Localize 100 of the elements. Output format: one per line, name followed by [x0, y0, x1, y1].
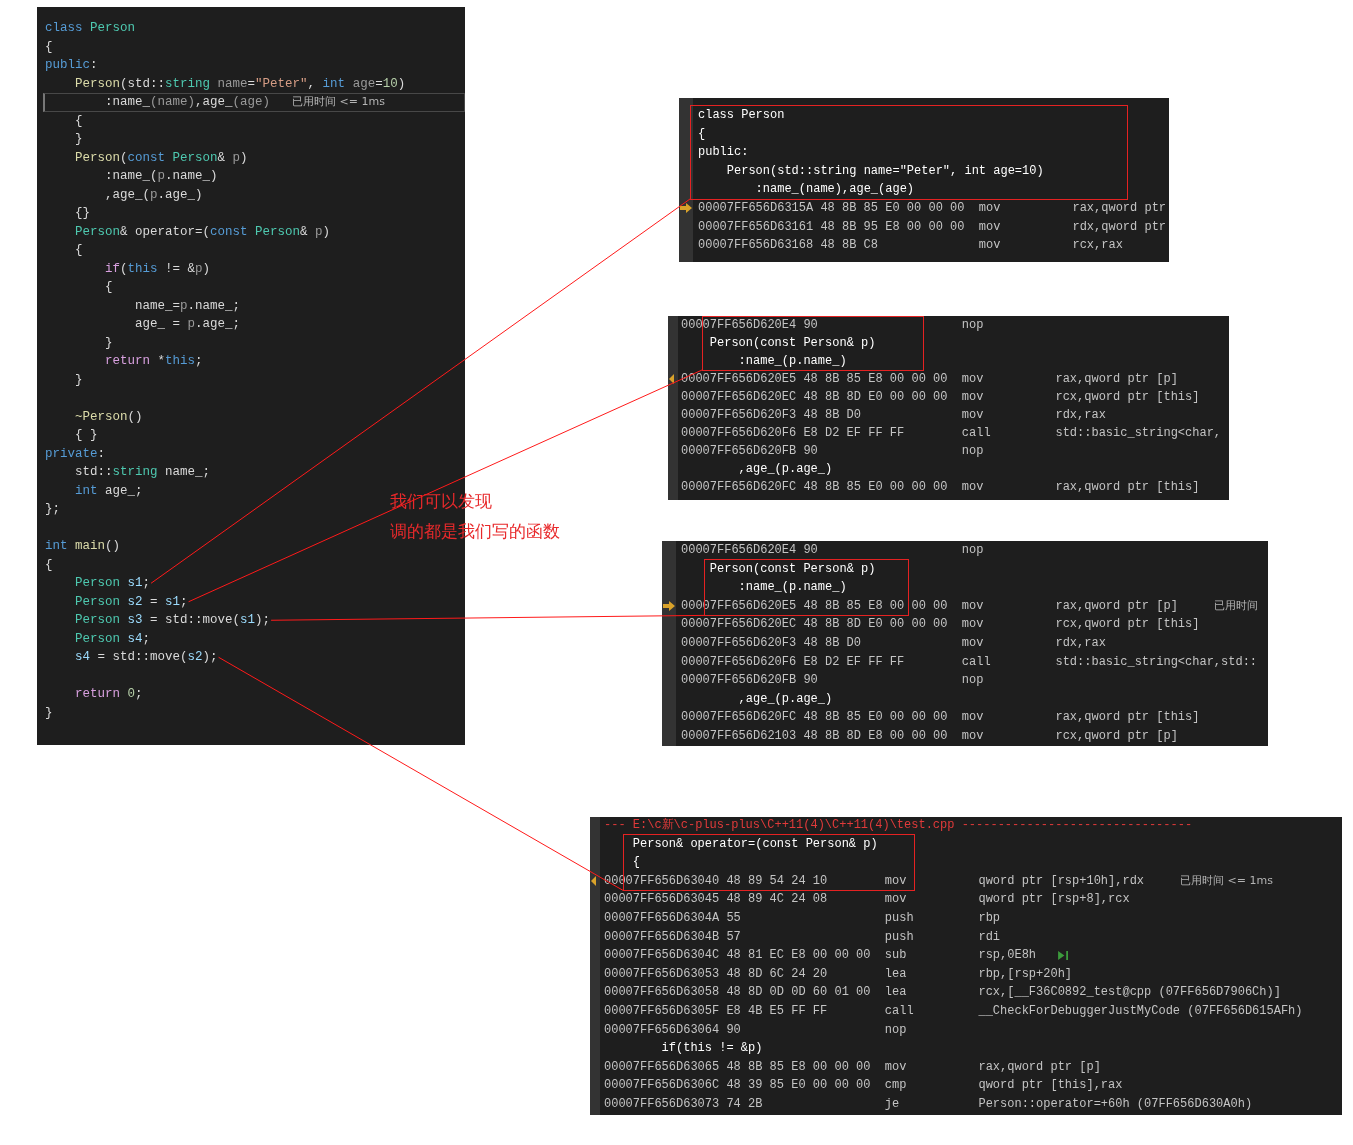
- mnemonic: call: [961, 425, 992, 442]
- mnemonic: mov: [978, 199, 1002, 217]
- code-line: private:: [45, 445, 106, 463]
- operands: rcx,rax: [1072, 237, 1123, 255]
- elapsed-time-hint: 已用时间 <= 1ms: [292, 94, 385, 110]
- mnemonic: mov: [978, 237, 1002, 255]
- operands: std::basic_string<char,: [1055, 425, 1222, 442]
- code-line: std::string name_;: [74, 464, 211, 481]
- code-line: int main(): [45, 538, 121, 555]
- instruction-bytes: 57: [726, 928, 742, 946]
- operands: qword ptr [rsp+10h],rdx: [978, 872, 1145, 890]
- instruction-bytes: 55: [726, 909, 742, 927]
- code-line: s4 = std::move(s2);: [74, 649, 218, 666]
- instruction-bytes: 48 8B 8D E8 00 00 00: [803, 727, 949, 745]
- mnemonic: lea: [884, 984, 908, 1002]
- address-text: 00007FF656D63053: [604, 965, 721, 983]
- source-line: {: [631, 855, 640, 870]
- mnemonic: mov: [961, 407, 985, 424]
- code-line: int age_;: [74, 482, 143, 500]
- mnemonic: nop: [884, 1021, 908, 1039]
- code-line: Person s2 = s1;: [74, 593, 188, 611]
- instruction-bytes: 90: [803, 672, 819, 690]
- operands: rax,qword ptr [p]: [978, 1058, 1101, 1076]
- address-text: 00007FF656D6304C: [604, 947, 721, 965]
- instruction-bytes: 90: [803, 443, 819, 460]
- source-line: if(this != &p): [660, 1041, 763, 1056]
- address-text: 00007FF656D63064: [604, 1021, 721, 1039]
- mnemonic: cmp: [884, 1077, 908, 1095]
- mnemonic: mov: [884, 1058, 908, 1076]
- code-line: name_=p.name_;: [134, 297, 241, 315]
- address-text: 00007FF656D6315A: [698, 199, 815, 217]
- mnemonic: je: [884, 1095, 901, 1113]
- operands: qword ptr [rsp+8],rcx: [978, 891, 1130, 909]
- operands: __CheckForDebuggerJustMyCode (07FF656D615AFh): [978, 1002, 1303, 1020]
- file-path-header: --- E:\c新\c-plus-plus\C++11(4)\C++11(4)\test.cpp --------------------------------: [604, 818, 1193, 832]
- address-text: 00007FF656D63161: [698, 218, 815, 236]
- mnemonic: nop: [961, 542, 985, 559]
- address-text: 00007FF656D63045: [604, 891, 721, 909]
- code-line: if(this != &p): [104, 260, 211, 278]
- run-to-cursor-icon[interactable]: [1058, 950, 1070, 960]
- instruction-bytes: 90: [803, 317, 819, 334]
- mnemonic: mov: [961, 479, 985, 496]
- source-line: :name_(p.name_): [737, 354, 847, 368]
- instruction-bytes: 90: [803, 542, 819, 559]
- instruction-bytes: 48 8D 6C 24 20: [726, 965, 829, 983]
- address-text: 00007FF656D6304B: [604, 928, 721, 946]
- address-text: 00007FF656D620EC: [681, 616, 798, 634]
- address-text: 00007FF656D63168: [698, 237, 815, 255]
- code-line: {}: [74, 205, 90, 222]
- code-line: public:: [45, 57, 98, 74]
- mnemonic: sub: [884, 947, 908, 965]
- mnemonic: nop: [961, 317, 985, 334]
- mnemonic: mov: [961, 389, 985, 406]
- code-line: Person s4;: [74, 630, 151, 648]
- mnemonic: mov: [884, 891, 908, 909]
- source-line: public:: [698, 145, 749, 160]
- operands: rcx,qword ptr [this]: [1055, 389, 1200, 406]
- address-text: 00007FF656D620F6: [681, 653, 798, 671]
- code-line: }: [74, 371, 83, 389]
- operands: rax,qword ptr [this]: [1055, 479, 1200, 496]
- instruction-bytes: 48 8B 85 E8 00 00 00: [803, 597, 949, 615]
- source-line: Person(const Person& p): [708, 561, 876, 576]
- code-line: Person& operator=(const Person& p): [74, 223, 331, 241]
- instruction-bytes: 48 89 4C 24 08: [726, 891, 829, 909]
- operands: rsp,0E8h: [978, 947, 1037, 965]
- instruction-bytes: E8 D2 EF FF FF: [803, 425, 906, 442]
- instruction-bytes: E8 4B E5 FF FF: [726, 1002, 829, 1020]
- mnemonic: call: [884, 1002, 915, 1020]
- source-line: ,age_(p.age_): [737, 462, 833, 476]
- address-text: 00007FF656D63065: [604, 1058, 721, 1076]
- instruction-bytes: 48 8B 8D E0 00 00 00: [803, 616, 949, 634]
- address-text: 00007FF656D6306C: [604, 1077, 721, 1095]
- operands: rcx,qword ptr [p]: [1055, 727, 1178, 745]
- address-text: 00007FF656D620FC: [681, 479, 798, 496]
- mnemonic: call: [961, 653, 992, 671]
- mnemonic: mov: [961, 634, 985, 652]
- source-line: :name_(name),age_(age): [754, 182, 915, 197]
- mnemonic: mov: [961, 709, 985, 727]
- operands: std::basic_string<char,std::: [1055, 653, 1258, 671]
- address-text: 00007FF656D62103: [681, 727, 798, 745]
- source-line: Person(std::string name="Peter", int age=10): [725, 163, 1044, 178]
- source-line: :name_(p.name_): [737, 580, 847, 595]
- operands: rax,qword ptr [this]: [1055, 709, 1200, 727]
- operands: rdx,rax: [1055, 634, 1106, 652]
- address-text: 00007FF656D6304A: [604, 909, 721, 927]
- mnemonic: mov: [978, 218, 1002, 236]
- source-line: {: [698, 126, 706, 141]
- address-text: 00007FF656D620F3: [681, 634, 798, 652]
- instruction-bytes: 48 8B 85 E8 00 00 00: [726, 1058, 872, 1076]
- address-text: 00007FF656D620EC: [681, 389, 798, 406]
- address-text: 00007FF656D63073: [604, 1095, 721, 1113]
- address-text: 00007FF656D620E4: [681, 542, 798, 559]
- elapsed-time-hint: 已用时间: [1213, 597, 1258, 614]
- operands: rbp: [978, 909, 1001, 927]
- address-text: 00007FF656D63058: [604, 984, 721, 1002]
- code-line: Person s3 = std::move(s1);: [74, 612, 271, 629]
- address-text: 00007FF656D620FC: [681, 709, 798, 727]
- mnemonic: mov: [961, 727, 985, 745]
- elapsed-time-hint: 已用时间 <= 1ms: [1180, 872, 1273, 889]
- code-line: age_ = p.age_;: [134, 316, 241, 333]
